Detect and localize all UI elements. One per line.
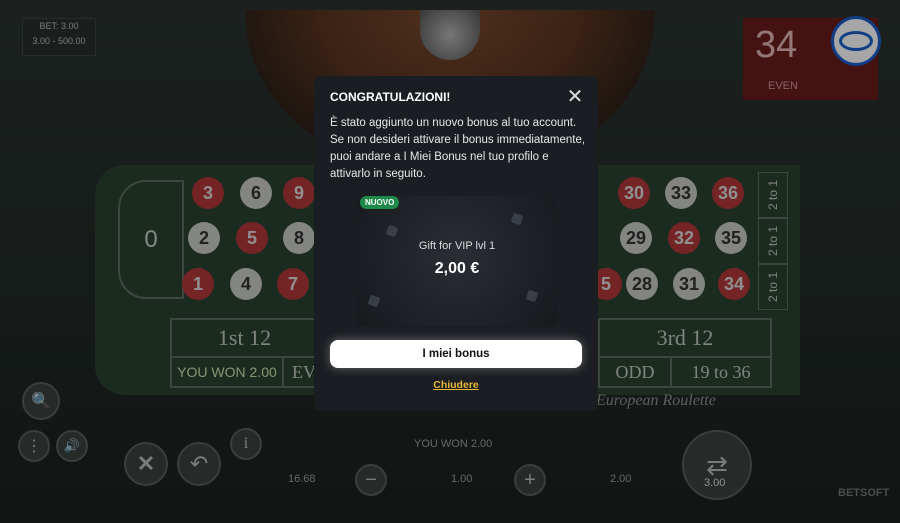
bonus-amount: 2,00 € xyxy=(434,260,480,277)
close-icon[interactable]: ✕ xyxy=(564,86,586,108)
modal-title: CONGRATULAZIONI! xyxy=(330,90,451,104)
my-bonuses-button[interactable]: I miei bonus xyxy=(330,340,582,368)
close-link[interactable]: Chiudere xyxy=(314,379,598,391)
bonus-name: Gift for VIP lvl 1 xyxy=(418,240,496,252)
modal-message: È stato aggiunto un nuovo bonus al tuo a… xyxy=(330,117,586,180)
bonus-card: Gift for VIP lvl 1 2,00 € xyxy=(357,196,557,326)
new-badge: NUOVO xyxy=(360,196,400,209)
bonus-modal: CONGRATULAZIONI! ✕ È stato aggiunto un n… xyxy=(314,76,598,411)
